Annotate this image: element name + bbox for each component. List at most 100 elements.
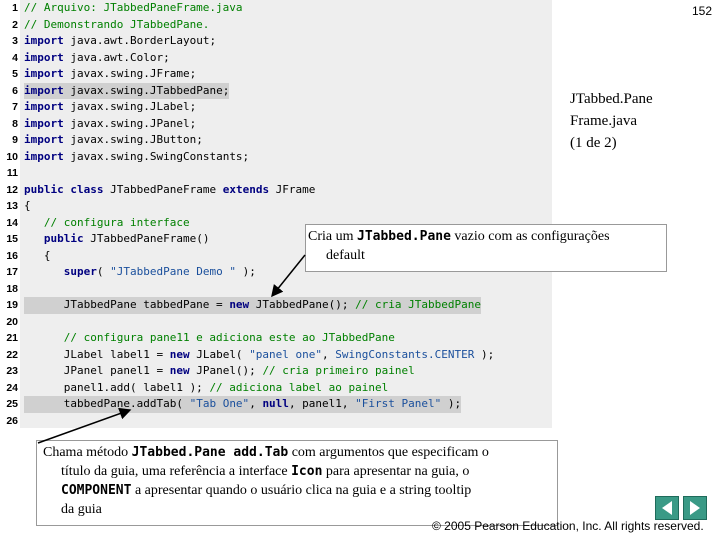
code-token: );	[474, 347, 495, 361]
code-text: import javax.swing.JFrame;	[24, 66, 196, 83]
line-number: 21	[6, 332, 18, 344]
code-line: 2 // Demonstrando JTabbedPane.	[0, 17, 552, 34]
code-token: "JTabbedPane Demo "	[110, 265, 236, 278]
code-line: 6 import javax.swing.JTabbedPane;	[0, 82, 552, 99]
line-number: 5	[12, 68, 18, 80]
line-number: 20	[6, 315, 18, 328]
line-number: 7	[12, 101, 18, 113]
code-line: 18	[0, 281, 552, 298]
code-line: 20	[0, 314, 552, 331]
line-number: 17	[6, 266, 18, 278]
code-token: ,	[249, 397, 263, 410]
line-number: 8	[12, 117, 18, 130]
line-number: 16	[6, 249, 18, 262]
line-number: 26	[6, 414, 18, 427]
code-token: ,	[322, 347, 336, 361]
code-token: import	[24, 149, 64, 163]
code-token: JTabbedPaneFrame()	[83, 232, 210, 245]
code-line: 23 JPanel panel1 = new JPanel(); // cria…	[0, 363, 552, 380]
code-token: // configura pane11 e adiciona este ao J…	[24, 331, 395, 344]
code-token: java.awt.BorderLayout;	[63, 34, 217, 47]
line-number: 6	[12, 84, 18, 97]
code-token: "panel one"	[249, 347, 323, 361]
line-number: 3	[12, 35, 18, 47]
line-number: 19	[6, 299, 18, 311]
code-token: import	[24, 50, 64, 64]
code-token: import	[24, 116, 64, 130]
line-number: 15	[6, 233, 18, 245]
code-token: javax.swing.SwingConstants;	[63, 149, 250, 163]
code-token: SwingConstants.CENTER	[335, 347, 475, 361]
copyright-notice: © 2005 Pearson Education, Inc. All right…	[432, 519, 704, 533]
code-token: (	[96, 265, 111, 278]
code-text: public class JTabbedPaneFrame extends JF…	[24, 182, 315, 199]
callout2-text-1: Chama método	[43, 445, 132, 460]
previous-slide-button[interactable]	[655, 496, 679, 520]
code-token: javax.swing.JFrame;	[63, 67, 197, 80]
code-text: {	[24, 248, 51, 265]
line-number: 2	[12, 18, 18, 31]
code-text: // configura interface	[24, 215, 190, 232]
code-token: "Tab One"	[189, 397, 250, 410]
callout1-line-1: Cria um JTabbed.Pane vazio com as config…	[308, 227, 666, 246]
code-token: JTabbedPane tabbedPane =	[24, 298, 230, 311]
line-number: 11	[6, 167, 18, 179]
code-token: , panel1,	[288, 397, 356, 410]
code-text: import java.awt.Color;	[24, 50, 170, 67]
line-number: 4	[12, 51, 18, 64]
code-line: 7 import javax.swing.JLabel;	[0, 99, 552, 116]
code-text: super( "JTabbedPane Demo " );	[24, 264, 256, 281]
code-token: public class	[24, 182, 104, 196]
code-token: new	[169, 364, 190, 377]
code-text: import javax.swing.JPanel;	[24, 116, 196, 133]
callout2-text-4: para apresentar na guia, o	[322, 464, 470, 479]
code-line: 5 import javax.swing.JFrame;	[0, 66, 552, 83]
code-line: 24 panel1.add( label1 ); // adiciona lab…	[0, 380, 552, 397]
right-arrow-icon	[690, 501, 700, 515]
slide-title-line-2: Frame.java	[570, 113, 638, 129]
code-token: super	[24, 265, 97, 278]
line-number: 10	[6, 150, 18, 163]
code-text: import javax.swing.JLabel;	[24, 99, 196, 116]
code-token: JPanel panel1 =	[24, 364, 170, 377]
code-line: 9 import javax.swing.JButton;	[0, 132, 552, 149]
code-token: JFrame	[269, 182, 316, 196]
code-listing: 1 // Arquivo: JTabbedPaneFrame.java 2 // De…	[0, 0, 552, 428]
callout1-line-2: default	[326, 248, 365, 263]
code-token: // Arquivo: JTabbedPaneFrame.java	[24, 1, 243, 14]
code-token: javax.swing.JTabbedPane;	[63, 83, 230, 97]
code-token: JTabbedPaneFrame	[103, 182, 223, 196]
callout-create-tabbedpane: Cria um JTabbed.Pane vazio com as config…	[305, 224, 667, 272]
code-line: 19 JTabbedPane tabbedPane = new JTabbedP…	[0, 297, 552, 314]
callout2-code-1: JTabbed.Pane add.Tab	[131, 445, 289, 460]
code-text: // configura pane11 e adiciona este ao J…	[24, 330, 395, 347]
code-token: JLabel(	[189, 347, 250, 361]
code-text: panel1.add( label1 ); // adiciona label …	[24, 380, 389, 397]
left-arrow-icon	[662, 501, 672, 515]
code-token: // configura interface	[24, 215, 190, 229]
code-text: {	[24, 198, 31, 215]
code-token: );	[235, 265, 256, 278]
code-text: // Demonstrando JTabbedPane.	[24, 17, 209, 34]
code-token: public	[24, 232, 84, 245]
code-token: JPanel();	[189, 364, 263, 377]
code-token: panel1.add( label1 );	[24, 380, 210, 394]
next-slide-button[interactable]	[683, 496, 707, 520]
code-text: import javax.swing.JTabbedPane;	[24, 82, 230, 99]
code-token: // Demonstrando JTabbedPane.	[24, 17, 210, 31]
line-number: 22	[6, 348, 18, 361]
code-token: JLabel label1 =	[24, 347, 170, 361]
code-token: null	[262, 397, 289, 410]
code-text: tabbedPane.addTab( "Tab One", null, pane…	[24, 396, 462, 413]
code-text: import javax.swing.JButton;	[24, 132, 203, 149]
callout1-text-post: vazio com as configurações	[450, 229, 610, 244]
code-token: tabbedPane.addTab(	[24, 397, 190, 410]
line-number: 9	[12, 134, 18, 146]
code-token: import	[24, 67, 64, 80]
code-line: 10 import javax.swing.SwingConstants;	[0, 149, 552, 166]
callout2-text-3: título da guia, uma referência a interfa…	[61, 464, 292, 479]
slide-title-line-1: JTabbed.Pane	[570, 91, 653, 107]
code-line: 3 import java.awt.BorderLayout;	[0, 33, 552, 50]
page-number: 152	[691, 4, 712, 18]
callout-addtab: Chama método JTabbed.Pane add.Tab com ar…	[36, 440, 558, 526]
